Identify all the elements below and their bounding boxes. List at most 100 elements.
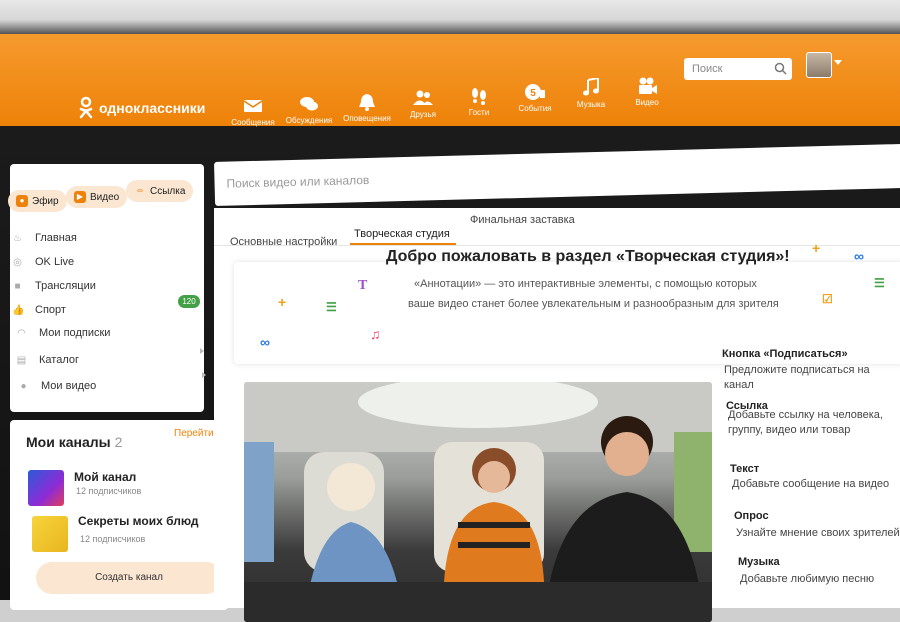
plus-icon: + (278, 294, 287, 310)
annotation-subscribe-title[interactable]: Кнопка «Подписаться» (722, 348, 848, 360)
brand-logo[interactable]: одноклассники (78, 96, 205, 120)
nav-music[interactable]: Музыка (566, 78, 616, 109)
sidebar-item-main[interactable]: ♨ Главная (12, 232, 77, 244)
pill-label: Эфир (32, 195, 59, 207)
search-icon[interactable] (774, 62, 787, 75)
list-icon: ☰ (326, 300, 337, 314)
nav-discussions[interactable]: Обсуждения (284, 94, 334, 125)
channel-name[interactable]: Секреты моих блюд (78, 514, 199, 528)
footprints-icon (472, 88, 486, 105)
annotation-text-title[interactable]: Текст (730, 463, 759, 475)
nav-messages[interactable]: Сообщения (228, 96, 278, 127)
nav-label: Музыка (576, 100, 606, 109)
sidebar-item-label: OK Live (35, 256, 75, 268)
plus-icon: + (812, 240, 821, 256)
channels-go-link[interactable]: Перейти (174, 428, 214, 439)
sidebar-item-label: Мои видео (41, 380, 97, 392)
nav-guests[interactable]: Гости (454, 86, 504, 117)
channel-thumbnail[interactable] (28, 470, 64, 506)
channel-subscribers: 12 подписчиков (80, 534, 146, 544)
video-preview[interactable] (244, 382, 712, 622)
catalog-icon: ▤ (16, 354, 27, 366)
search-placeholder: Поиск видео или каналов (226, 172, 370, 191)
user-icon: ● (20, 380, 27, 392)
fire-icon: ♨ (13, 232, 22, 244)
tab-basic-settings[interactable]: Основные настройки (230, 236, 337, 248)
welcome-title: Добро пожаловать в раздел «Творческая ст… (386, 248, 790, 265)
top-bar: одноклассники Сообщения Обсуждения Опове… (0, 34, 900, 127)
annotation-music-desc: Добавьте любимую песню (740, 573, 875, 585)
channels-title: Мои каналы 2 (26, 434, 122, 450)
pill-live[interactable]: ● Эфир (8, 190, 67, 212)
chevron-right-icon (200, 348, 204, 354)
svg-text:5: 5 (530, 88, 536, 99)
pill-label: Видео (90, 191, 120, 203)
nav-label: Друзья (410, 110, 436, 119)
tab-end-screen[interactable]: Финальная заставка (470, 214, 575, 226)
top-search-input[interactable]: Поиск (684, 58, 792, 80)
bell-icon (359, 94, 375, 111)
events-icon: 5 (525, 84, 545, 100)
chevron-right-icon (202, 372, 206, 378)
nav-video[interactable]: Видео (622, 76, 672, 107)
text-icon: T (358, 278, 368, 293)
music-note-icon (583, 78, 599, 96)
search-placeholder: Поиск (692, 63, 723, 75)
nav-events[interactable]: 5 События (510, 82, 560, 113)
channels-title-text: Мои каналы (26, 434, 111, 450)
sidebar-item-label: Спорт (35, 304, 66, 316)
sidebar-item-catalog[interactable]: ▤ Каталог (16, 354, 79, 366)
sidebar-item-broadcasts[interactable]: ■ Трансляции (12, 280, 96, 292)
annotation-subscribe-desc: Предложите подписаться на канал (724, 364, 870, 391)
active-tab-indicator (350, 243, 456, 245)
tab-creative-studio[interactable]: Творческая студия (354, 228, 450, 240)
nav-friends[interactable]: Друзья (398, 88, 448, 119)
friends-icon (413, 90, 433, 105)
sidebar-item-label: Трансляции (35, 280, 96, 292)
live-circle-icon: ◎ (13, 256, 22, 268)
sidebar-item-my-videos[interactable]: ● Мои видео (18, 380, 96, 392)
pill-video[interactable]: ▶ Видео (66, 186, 128, 208)
chat-bubbles-icon (300, 97, 318, 111)
rss-icon: ◠ (17, 327, 26, 339)
sidebar-item-label: Главная (35, 232, 77, 244)
user-avatar[interactable] (806, 52, 832, 78)
annotation-text-desc: Добавьте сообщение на видео (732, 478, 890, 490)
pill-link[interactable]: ∞ Ссылка (126, 180, 194, 202)
ok-logo-icon (79, 96, 93, 119)
nav-label: Оповещения (343, 114, 391, 123)
channel-subscribers: 12 подписчиков (76, 486, 142, 496)
channel-thumbnail[interactable] (32, 516, 68, 552)
live-icon: ● (16, 195, 28, 207)
channels-count: 2 (114, 434, 123, 450)
video-camera-icon (639, 77, 657, 94)
sidebar-item-subscriptions[interactable]: ◠ Мои подписки (16, 327, 110, 339)
video-icon: ▶ (74, 191, 86, 203)
sport-badge: 120 (178, 295, 200, 308)
sidebar-item-ok-live[interactable]: ◎ OK Live (12, 256, 74, 268)
video-frame (244, 382, 712, 622)
channel-name[interactable]: Мой канал (74, 470, 136, 484)
annotation-poll-desc: Узнайте мнение своих зрителей (736, 527, 900, 539)
chevron-down-icon[interactable] (834, 60, 842, 65)
nav-label: Видео (635, 98, 659, 107)
welcome-text-line1: «Аннотации» — это интерактивные элементы… (414, 278, 757, 290)
create-channel-button[interactable]: Создать канал (36, 562, 222, 594)
annotation-music-title[interactable]: Музыка (738, 556, 780, 568)
list-icon: ☰ (874, 276, 885, 290)
music-note-icon: ♫ (370, 326, 381, 342)
link-icon: ∞ (854, 248, 864, 264)
sidebar-item-sport[interactable]: 👍 Спорт (12, 304, 66, 316)
link-icon: ∞ (137, 186, 143, 195)
nav-notifications[interactable]: Оповещения (342, 92, 392, 123)
annotation-poll-title[interactable]: Опрос (734, 510, 769, 522)
nav-label: События (518, 104, 552, 113)
brand-name: одноклассники (99, 100, 206, 116)
nav-label: Обсуждения (285, 116, 333, 125)
annotation-link-desc: Добавьте ссылку на человека, группу, вид… (728, 409, 883, 436)
checklist-icon: ☑ (822, 292, 833, 306)
nav-label: Сообщения (231, 118, 275, 127)
nav-label: Гости (468, 108, 490, 117)
link-icon: ∞ (260, 334, 270, 350)
sidebar-item-label: Каталог (39, 354, 79, 366)
